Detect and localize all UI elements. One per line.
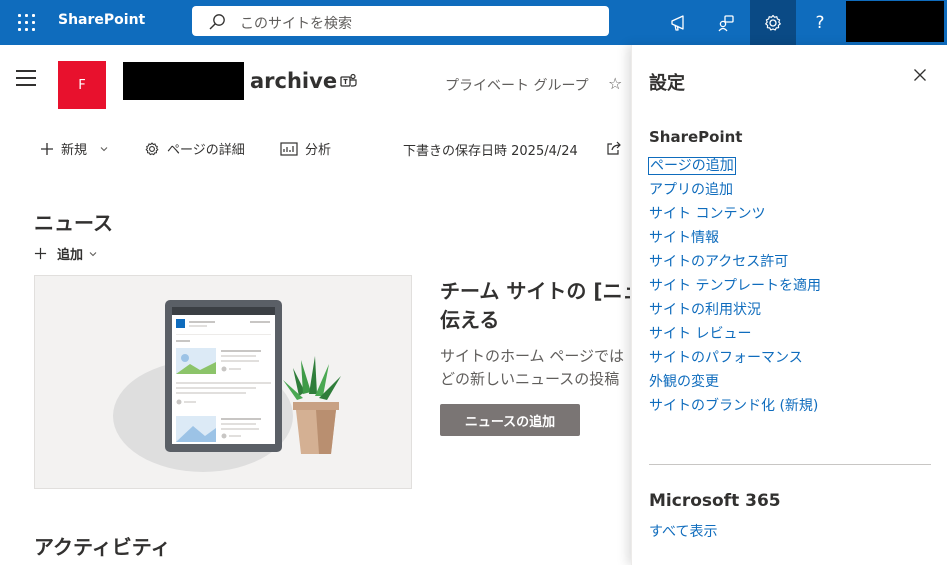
settings-link-site-performance[interactable]: サイトのパフォーマンス <box>649 347 821 371</box>
link-label: サイト コンテンツ <box>649 206 766 222</box>
draft-save-status: 下書きの保存日時 2025/4/24 <box>403 144 578 159</box>
plus-icon <box>41 142 53 155</box>
suite-bar: SharePoint このサイトを検索 ? <box>0 0 947 45</box>
share-icon[interactable] <box>606 140 622 156</box>
settings-link-site-contents[interactable]: サイト コンテンツ <box>649 203 821 227</box>
page-details-label: ページの詳細 <box>167 143 245 158</box>
tablet-plant-illustration <box>113 300 341 472</box>
chevron-down-icon <box>89 251 97 256</box>
chat-feedback-icon[interactable] <box>703 0 749 45</box>
link-label: アプリの追加 <box>649 182 733 198</box>
site-logo[interactable]: F <box>58 61 106 109</box>
settings-panel-title: 設定 <box>649 73 685 94</box>
settings-link-list: ページの追加 アプリの追加 サイト コンテンツ サイト情報 サイトのアクセス許可… <box>648 155 821 419</box>
settings-link-add-page[interactable]: ページの追加 <box>648 155 821 179</box>
settings-link-site-branding[interactable]: サイトのブランド化 (新規) <box>649 395 821 419</box>
new-button[interactable]: 新規 <box>40 139 116 158</box>
news-desc-line1: サイトのホーム ページでは <box>440 347 625 365</box>
page-details-button[interactable]: ページの詳細 <box>144 139 245 158</box>
news-promo-title: チーム サイトの [ニュ 伝える <box>440 277 630 335</box>
settings-link-site-review[interactable]: サイト レビュー <box>649 323 821 347</box>
waffle-icon[interactable] <box>12 8 40 36</box>
news-placeholder-image <box>34 275 412 489</box>
group-type-label: プライベート グループ <box>445 78 589 94</box>
plus-icon <box>34 247 47 260</box>
link-label: サイトの利用状況 <box>649 302 761 318</box>
new-label: 新規 <box>61 143 88 158</box>
add-label: 追加 <box>57 248 84 263</box>
app-name[interactable]: SharePoint <box>58 12 145 28</box>
chevron-down-icon <box>100 146 108 151</box>
hamburger-menu-icon[interactable] <box>16 70 36 91</box>
add-news-button[interactable]: ニュースの追加 <box>440 404 580 436</box>
activity-heading: アクティビティ <box>34 535 171 559</box>
site-title[interactable]: archive <box>250 69 337 93</box>
link-label: サイトのパフォーマンス <box>649 350 803 366</box>
settings-link-apply-template[interactable]: サイト テンプレートを適用 <box>649 275 821 299</box>
help-glyph: ? <box>815 12 825 33</box>
settings-link-site-usage[interactable]: サイトの利用状況 <box>649 299 821 323</box>
close-icon[interactable] <box>912 67 928 83</box>
analytics-icon <box>280 141 298 156</box>
gear-icon <box>145 141 159 155</box>
megaphone-icon[interactable] <box>656 0 702 45</box>
link-label: 外観の変更 <box>649 374 719 390</box>
settings-link-site-permissions[interactable]: サイトのアクセス許可 <box>649 251 821 275</box>
search-input[interactable]: このサイトを検索 <box>240 13 352 33</box>
show-all-link[interactable]: すべて表示 <box>649 521 717 541</box>
redacted-site-name <box>123 62 244 100</box>
search-box[interactable]: このサイトを検索 <box>192 6 609 36</box>
link-label: サイト テンプレートを適用 <box>649 278 822 294</box>
m365-section-heading: Microsoft 365 <box>649 491 781 511</box>
search-icon <box>209 14 225 30</box>
news-title-line2: 伝える <box>440 308 500 332</box>
analytics-button[interactable]: 分析 <box>280 139 331 158</box>
news-title-line1: チーム サイトの [ニュ <box>440 279 630 303</box>
settings-link-change-look[interactable]: 外観の変更 <box>649 371 821 395</box>
link-label: サイト情報 <box>649 230 719 246</box>
settings-link-add-app[interactable]: アプリの追加 <box>649 179 821 203</box>
star-follow-icon[interactable]: ☆ <box>608 74 622 93</box>
link-label: サイトのブランド化 (新規) <box>649 398 819 414</box>
teams-icon[interactable] <box>340 73 358 89</box>
gear-icon[interactable] <box>750 0 796 45</box>
help-icon[interactable]: ? <box>797 0 843 45</box>
link-label: サイト レビュー <box>649 326 752 342</box>
add-news-link[interactable]: 追加 <box>34 244 98 263</box>
news-desc-line2: どの新しいニュースの投稿 <box>440 370 620 388</box>
analytics-label: 分析 <box>305 143 332 158</box>
link-label: サイトのアクセス許可 <box>649 254 789 270</box>
news-promo-description: サイトのホーム ページでは どの新しいニュースの投稿 <box>440 345 630 391</box>
panel-divider <box>649 464 931 465</box>
sharepoint-section-heading: SharePoint <box>649 128 743 146</box>
link-label: ページの追加 <box>648 157 736 175</box>
news-heading: ニュース <box>34 211 113 235</box>
settings-link-site-information[interactable]: サイト情報 <box>649 227 821 251</box>
account-avatar[interactable] <box>846 1 944 42</box>
settings-panel: 設定 SharePoint ページの追加 アプリの追加 サイト コンテンツ サイ… <box>631 45 947 565</box>
